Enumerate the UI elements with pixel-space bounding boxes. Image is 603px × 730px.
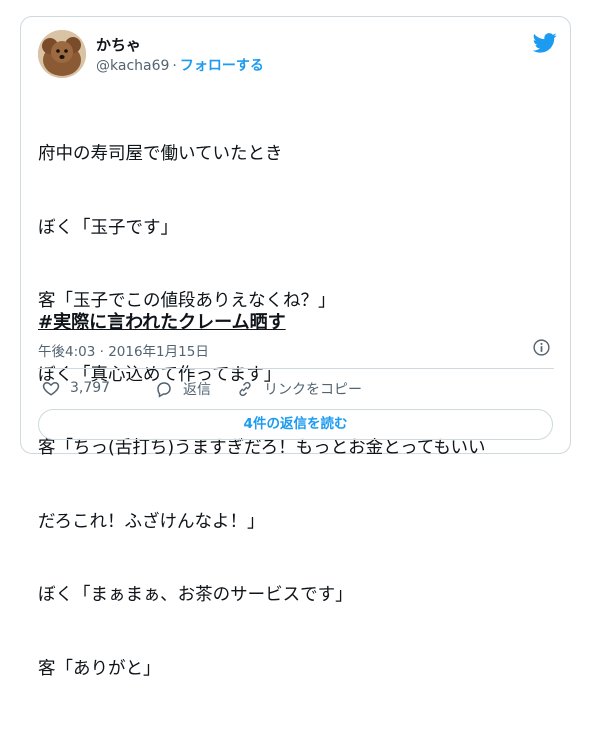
user-handle[interactable]: @kacha69 [96, 58, 169, 74]
divider [38, 368, 554, 369]
copy-link-button[interactable]: リンクをコピー [236, 379, 362, 399]
read-replies-button[interactable]: 4件の返信を読む [38, 409, 553, 440]
like-button[interactable]: 3,797 [42, 379, 110, 397]
info-icon[interactable] [533, 339, 550, 356]
reply-bubble-icon [157, 382, 171, 398]
tweet-line: ぼく「まぁまぁ、お茶のサービスです」 [38, 585, 353, 605]
copy-link-label: リンクをコピー [264, 382, 362, 398]
reply-label: 返信 [183, 382, 211, 398]
tweet-line: ぼく「玉子です」 [38, 217, 178, 238]
tweet-line: だろこれ！ふざけんなよ！」 [38, 511, 265, 532]
tweet-line: 府中の寿司屋で働いていたとき [38, 144, 283, 164]
reply-button[interactable]: 返信 [155, 379, 211, 399]
timestamp[interactable]: 午後4:03 · 2016年1月15日 [38, 340, 209, 360]
twitter-bird-icon[interactable] [533, 33, 557, 53]
avatar[interactable] [38, 30, 86, 78]
follow-link[interactable]: フォローする [180, 58, 264, 74]
display-name[interactable]: かちゃ [96, 34, 141, 55]
tweet-line: 客「ありがと」 [38, 658, 161, 679]
hashtag-link[interactable]: #実際に言われたクレーム晒す [38, 308, 286, 334]
tweet-card: かちゃ @kacha69 · フォローする 府中の寿司屋で働いていたとき ぼく「玉子… [20, 16, 571, 679]
heart-icon [42, 381, 60, 396]
handle-line: @kacha69 · フォローする [96, 55, 264, 75]
separator-dot: · [172, 58, 177, 74]
like-count: 3,797 [70, 380, 111, 396]
link-icon [239, 381, 251, 397]
